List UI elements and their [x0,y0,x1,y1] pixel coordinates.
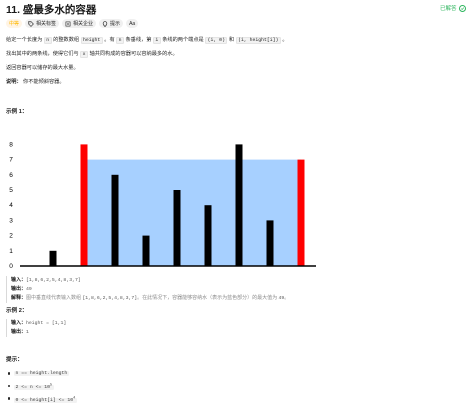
chart-bar [235,144,243,266]
related-topics-button[interactable]: 相关标签 [25,19,60,28]
related-topics-label: 相关标签 [36,21,57,27]
desc-text: 的整数数组 [53,37,80,43]
tag-row: 中等 相关标签 相关企业 提示 Aa [6,19,139,28]
building-icon [65,21,71,26]
y-tick-label: 4 [9,202,13,209]
solved-status: 已解答 [439,4,466,13]
desc-text: 。有 [104,37,115,43]
description-paragraph-1: 给定一个长度为 n 的整数数组 height 。有 n 条垂线，第 i 条线的两… [6,36,288,45]
translate-button[interactable]: Aa [126,19,139,28]
desc-text: 找出其中的两条线，使得它们与 [6,51,79,57]
description-paragraph-3: 返回容器可以储存的最大水量。 [6,65,79,71]
example-2-block: 输入：height = [1,1] 输出：1 [6,319,66,337]
explain-label: 解释： [11,295,27,301]
hint-item: n == height.length [6,367,77,380]
note-text: 你不能倾斜容器。 [23,79,65,85]
container-chart: 0 1 2 3 4 5 6 7 8 [9,141,316,270]
check-circle-icon [459,5,466,13]
example-1-heading: 示例 1： [6,109,28,115]
desc-text: 给定一个长度为 [6,37,43,43]
chart-bar [266,220,274,266]
hints-list: n == height.length 2 <= n <= 105 0 <= he… [6,367,77,405]
output-value: 1 [26,330,29,335]
translate-label: Aa [129,20,136,27]
chart-bar [297,159,305,266]
code-point-end: (i, height[i]) [235,37,281,44]
desc-text: 。 [282,37,288,43]
hint-exponent: 4 [73,396,76,400]
code-i: i [152,37,161,44]
y-tick-label: 7 [9,157,13,164]
difficulty-label: 中等 [9,21,20,27]
chart-bar [142,235,150,266]
hint-label: 提示 [110,21,121,27]
chart-bar [111,174,119,266]
hint-text: n == height.length [14,371,69,376]
output-label: 输出： [11,329,27,335]
example-2-heading: 示例 2： [6,308,28,314]
explain-text: 图中垂直线代表输入数组 [26,295,82,301]
lightbulb-icon [102,20,108,27]
input-value: [1,8,6,2,5,4,8,3,7] [26,278,81,283]
hint-button[interactable]: 提示 [99,19,124,28]
chart-bar [49,250,57,266]
code-x: x [80,51,88,58]
y-tick-label: 0 [9,263,13,270]
y-tick-label: 3 [9,217,13,224]
desc-text: 条线的两个端点是 [162,37,204,43]
hint-text: 2 <= n <= 10 [15,385,51,391]
explain-text: 。在此情况下，容器能够容纳水（表示为蓝色部分）的最大值为 [137,295,278,301]
explain-array: [1,8,6,2,5,4,8,3,7] [82,296,138,301]
code-height: height [80,37,103,44]
page-title: 11. 盛最多水的容器 [6,4,97,16]
description-paragraph-2: 找出其中的两条线，使得它们与 x 轴共同构成的容器可以容纳最多的水。 [6,50,178,59]
hint-exponent: 5 [50,383,53,388]
code-n: n [116,37,124,44]
chart-bar [80,144,88,266]
hints-heading: 提示： [6,357,23,363]
hint-item: 0 <= height[i] <= 104 [6,392,77,405]
input-label: 输入： [11,320,27,326]
output-label: 输出： [11,286,27,292]
input-label: 输入： [11,277,27,283]
desc-text: 轴共同构成的容器可以容纳最多的水。 [89,51,178,57]
note-label: 说明： [6,79,22,85]
y-tick-label: 8 [9,141,13,148]
input-value: height = [1,1] [26,321,67,326]
desc-text: 条垂线，第 [125,37,152,43]
tag-icon [28,20,34,27]
related-companies-button[interactable]: 相关企业 [62,19,97,28]
y-tick-label: 1 [9,248,13,255]
code-n: n [43,37,52,44]
related-companies-label: 相关企业 [73,21,94,27]
chart-bar [204,205,212,266]
output-value: 49 [26,287,32,292]
example-1-block: 输入：[1,8,6,2,5,4,8,3,7] 输出：49 解释：图中垂直线代表输… [6,276,289,303]
y-tick-label: 5 [9,187,13,194]
solved-label: 已解答 [439,6,457,12]
y-tick-label: 6 [9,172,13,179]
explain-text: 。 [284,295,290,301]
description-note: 说明： 你不能倾斜容器。 [6,78,65,86]
hint-item: 2 <= n <= 105 [6,380,77,393]
y-tick-label: 2 [9,233,13,240]
chart-bar [173,190,181,266]
hint-text: 0 <= height[i] <= 10 [15,397,74,403]
code-point-start: (i, 0) [205,37,228,44]
difficulty-badge[interactable]: 中等 [6,19,23,28]
desc-text: 和 [228,37,235,43]
